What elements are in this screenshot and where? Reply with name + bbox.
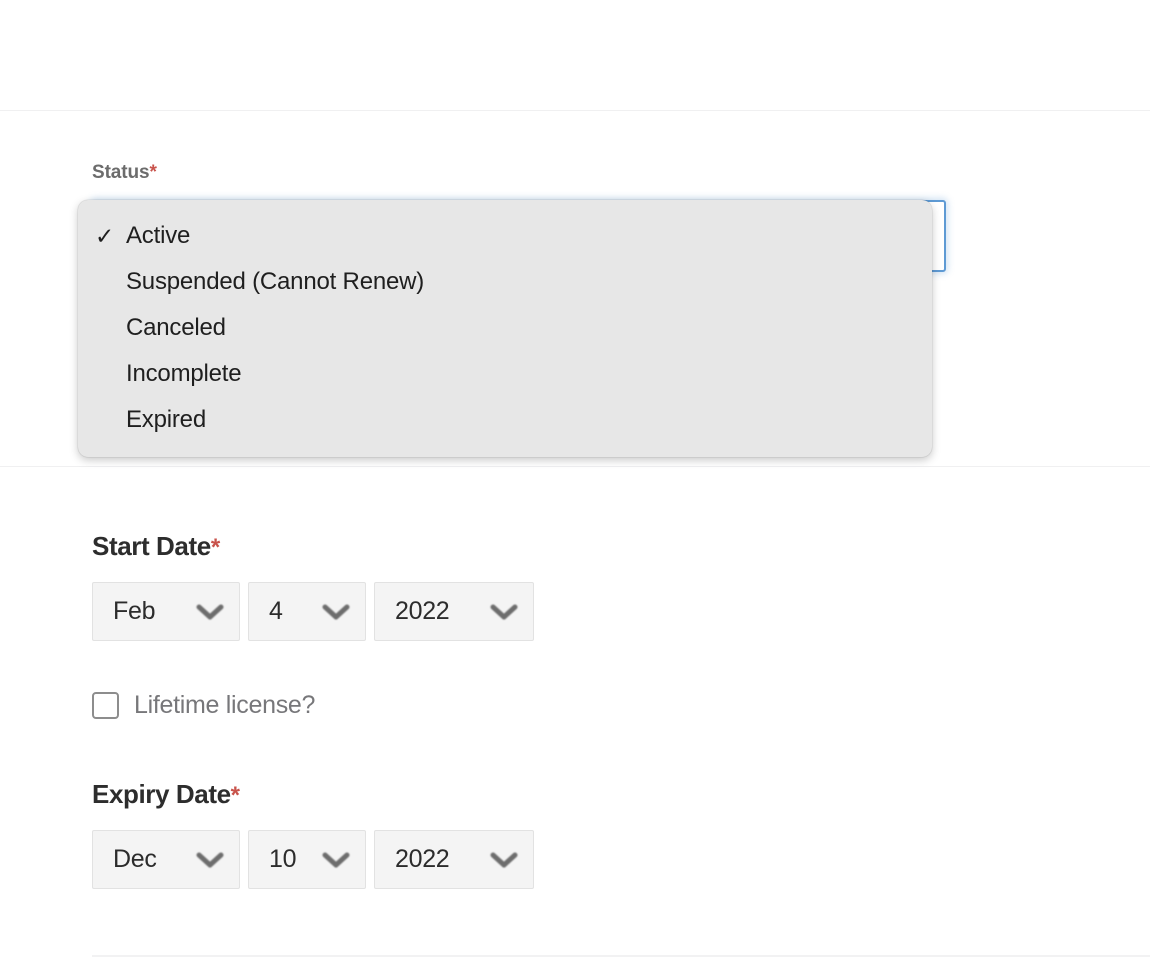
dropdown-option-label: Incomplete xyxy=(126,360,242,387)
start-date-year-select[interactable]: 2022 xyxy=(374,582,534,641)
chevron-down-icon xyxy=(489,601,519,623)
lifetime-license-checkbox[interactable] xyxy=(92,692,119,719)
chevron-down-icon xyxy=(321,601,351,623)
expiry-date-month-select[interactable]: Dec xyxy=(92,830,240,889)
dropdown-option-label: Suspended (Cannot Renew) xyxy=(126,268,425,295)
chevron-down-icon xyxy=(195,849,225,871)
start-date-label-text: Start Date xyxy=(92,531,211,561)
check-icon: ✓ xyxy=(95,222,115,249)
lifetime-license-row[interactable]: Lifetime license? xyxy=(92,692,315,719)
expiry-date-required-asterisk: * xyxy=(230,782,241,809)
status-label-text: Status xyxy=(92,162,150,183)
start-date-day-select[interactable]: 4 xyxy=(248,582,366,641)
expiry-date-field-group: Expiry Date* Dec 10 2022 xyxy=(92,778,534,889)
divider-bottom xyxy=(92,955,1150,957)
dropdown-option-label: Active xyxy=(126,222,191,249)
expiry-date-label: Expiry Date* xyxy=(92,778,534,812)
chevron-down-icon xyxy=(321,849,351,871)
chevron-down-icon xyxy=(195,601,225,623)
status-label: Status* xyxy=(92,160,157,186)
form-page: Status* ✓ Active Suspended (Cannot Renew… xyxy=(0,0,1150,966)
dropdown-option-label: Expired xyxy=(126,406,206,433)
dropdown-option-canceled[interactable]: Canceled xyxy=(78,305,932,351)
expiry-date-day-value: 10 xyxy=(269,845,297,873)
expiry-date-day-select[interactable]: 10 xyxy=(248,830,366,889)
start-date-year-value: 2022 xyxy=(395,597,450,625)
dropdown-option-incomplete[interactable]: Incomplete xyxy=(78,351,932,397)
start-date-selects: Feb 4 2022 xyxy=(92,582,534,641)
expiry-date-year-select[interactable]: 2022 xyxy=(374,830,534,889)
expiry-date-label-text: Expiry Date xyxy=(92,779,231,809)
dropdown-option-expired[interactable]: Expired xyxy=(78,397,932,443)
dropdown-option-suspended[interactable]: Suspended (Cannot Renew) xyxy=(78,259,932,305)
expiry-date-year-value: 2022 xyxy=(395,845,450,873)
dropdown-option-label: Canceled xyxy=(126,314,226,341)
start-date-month-select[interactable]: Feb xyxy=(92,582,240,641)
divider-middle xyxy=(0,466,1150,467)
expiry-date-selects: Dec 10 2022 xyxy=(92,830,534,889)
status-field-group: Status* xyxy=(92,160,946,272)
expiry-date-month-value: Dec xyxy=(113,845,157,873)
start-date-month-value: Feb xyxy=(113,597,156,625)
start-date-required-asterisk: * xyxy=(210,534,221,561)
lifetime-license-label: Lifetime license? xyxy=(134,691,316,719)
status-dropdown-menu[interactable]: ✓ Active Suspended (Cannot Renew) Cancel… xyxy=(78,200,932,457)
chevron-down-icon xyxy=(489,849,519,871)
divider-top xyxy=(0,110,1150,111)
dropdown-option-active[interactable]: ✓ Active xyxy=(78,213,932,259)
start-date-day-value: 4 xyxy=(269,597,283,625)
start-date-field-group: Start Date* Feb 4 2022 xyxy=(92,530,534,641)
status-required-asterisk: * xyxy=(149,162,157,183)
start-date-label: Start Date* xyxy=(92,530,534,564)
